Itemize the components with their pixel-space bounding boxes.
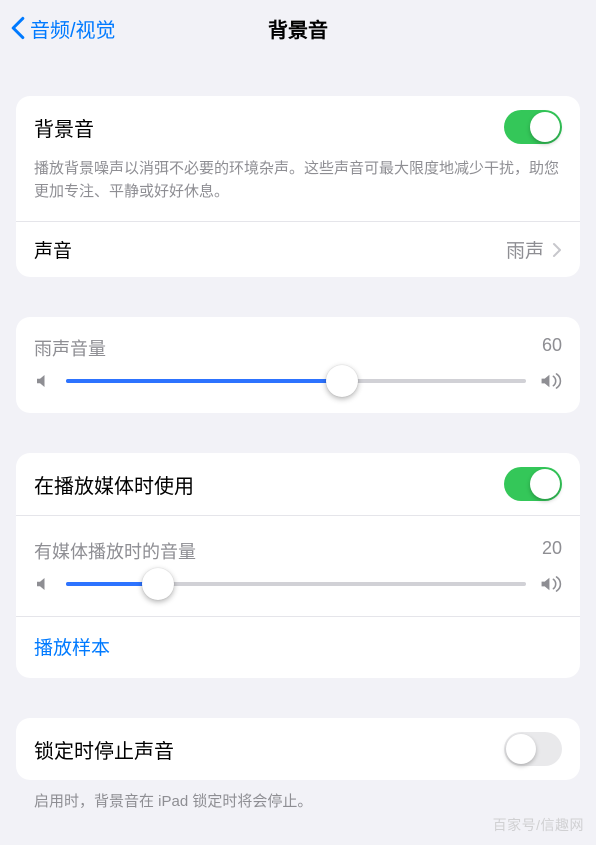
nav-bar: 音频/视觉 背景音 — [0, 0, 596, 56]
media-volume-value: 20 — [542, 538, 562, 564]
volume-label: 雨声音量 — [34, 335, 106, 361]
watermark: 百家号/信趣网 — [493, 815, 584, 835]
lock-toggle-switch[interactable] — [504, 732, 562, 766]
chevron-left-icon — [10, 16, 26, 40]
section-volume: 雨声音量 60 — [16, 317, 580, 413]
back-label: 音频/视觉 — [30, 14, 116, 43]
chevron-right-icon — [552, 242, 562, 258]
section-main: 背景音 播放背景噪声以消弭不必要的环境杂声。这些声音可最大限度地减少干扰，助您更… — [16, 96, 580, 277]
section-media: 在播放媒体时使用 有媒体播放时的音量 20 播放样本 — [16, 453, 580, 678]
row-background-sound-toggle: 背景音 — [16, 96, 580, 158]
play-sample-button[interactable]: 播放样本 — [16, 616, 580, 678]
row-media-toggle: 在播放媒体时使用 — [16, 453, 580, 515]
volume-header: 雨声音量 60 — [16, 317, 580, 367]
background-sound-description: 播放背景噪声以消弭不必要的环境杂声。这些声音可最大限度地减少干扰，助您更加专注、… — [16, 158, 580, 221]
volume-slider[interactable] — [66, 379, 526, 383]
background-sound-label: 背景音 — [34, 113, 94, 142]
media-volume-header: 有媒体播放时的音量 20 — [16, 515, 580, 570]
media-volume-slider[interactable] — [66, 582, 526, 586]
sound-label: 声音 — [34, 236, 72, 263]
media-toggle-label: 在播放媒体时使用 — [34, 470, 194, 499]
background-sound-switch[interactable] — [504, 110, 562, 144]
volume-low-icon — [34, 372, 52, 390]
row-sound-select[interactable]: 声音 雨声 — [16, 221, 580, 277]
volume-value: 60 — [542, 335, 562, 361]
volume-slider-row — [16, 367, 580, 413]
volume-high-icon — [540, 574, 562, 594]
media-toggle-switch[interactable] — [504, 467, 562, 501]
volume-low-icon — [34, 575, 52, 593]
media-volume-label: 有媒体播放时的音量 — [34, 538, 196, 564]
media-volume-slider-row — [16, 570, 580, 616]
back-button[interactable]: 音频/视觉 — [10, 14, 116, 43]
volume-high-icon — [540, 371, 562, 391]
lock-toggle-label: 锁定时停止声音 — [34, 735, 174, 764]
lock-description: 启用时，背景音在 iPad 锁定时将会停止。 — [34, 790, 562, 811]
section-lock: 锁定时停止声音 — [16, 718, 580, 780]
sound-value: 雨声 — [506, 236, 544, 263]
row-lock-toggle: 锁定时停止声音 — [16, 718, 580, 780]
